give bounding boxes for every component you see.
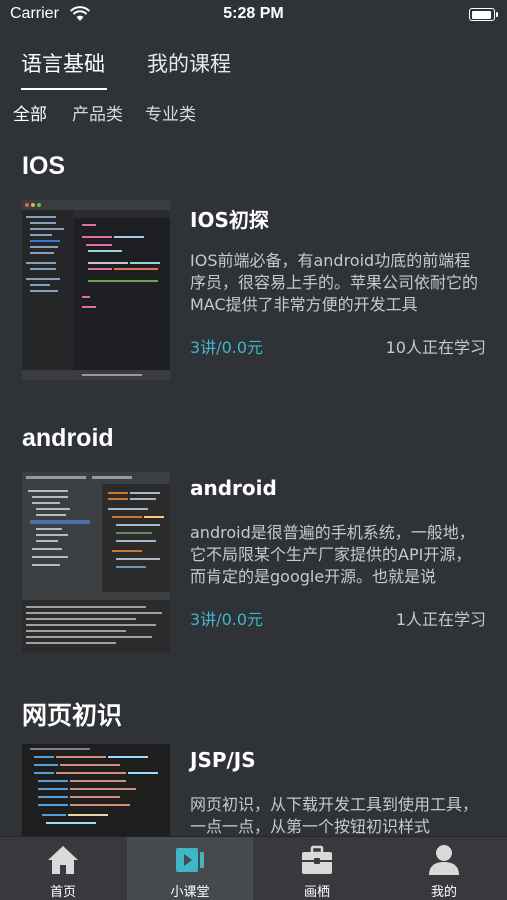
top-tabs: 语言基础 我的课程 xyxy=(0,48,507,94)
course-title: JSP/JS xyxy=(190,748,256,772)
tab-language-basics[interactable]: 语言基础 xyxy=(21,48,105,78)
user-icon xyxy=(429,845,459,875)
tab-home[interactable]: 首页 xyxy=(0,837,126,900)
learner-count: 1人正在学习 xyxy=(395,610,486,629)
tab-gallery[interactable]: 画栖 xyxy=(254,837,380,900)
battery-icon xyxy=(469,8,498,21)
course-price: 3讲/0.0元 xyxy=(190,338,264,357)
tab-my-courses[interactable]: 我的课程 xyxy=(147,48,231,78)
course-title: IOS初探 xyxy=(190,208,269,232)
tab-label: 小课堂 xyxy=(170,885,210,900)
status-bar: Carrier 5:28 PM xyxy=(0,0,507,30)
section-title: IOS xyxy=(22,152,66,180)
tab-class[interactable]: 小课堂 xyxy=(127,837,253,900)
tab-mine[interactable]: 我的 xyxy=(381,837,507,900)
bottom-tab-bar: 首页 小课堂 画栖 我的 xyxy=(0,836,507,900)
learner-count: 10人正在学习 xyxy=(385,338,486,357)
clock: 5:28 PM xyxy=(223,5,284,22)
course-price: 3讲/0.0元 xyxy=(190,610,264,629)
tab-label: 首页 xyxy=(49,885,76,900)
course-card[interactable]: IOS初探 IOS前端必备，有android功底的前端程序员，很容易上手的。苹果… xyxy=(22,200,492,380)
active-tab-indicator xyxy=(21,88,107,90)
filter-professional[interactable]: 专业类 xyxy=(145,100,196,125)
briefcase-icon xyxy=(302,845,332,874)
tab-label: 我的 xyxy=(430,885,457,900)
tab-label: 画栖 xyxy=(303,885,330,900)
section-title: 网页初识 xyxy=(22,702,123,730)
course-description: IOS前端必备，有android功底的前端程序员，很容易上手的。苹果公司依耐它的… xyxy=(190,251,479,314)
section-title: android xyxy=(22,424,114,452)
home-icon xyxy=(48,846,78,874)
course-description: android是很普遍的手机系统，一般地，它不局限某个生产厂家提供的API开源，… xyxy=(190,523,475,586)
filter-all[interactable]: 全部 xyxy=(13,100,47,125)
video-icon xyxy=(176,848,204,872)
course-title: android xyxy=(190,476,277,500)
course-thumbnail xyxy=(22,472,170,652)
course-card[interactable]: android android是很普遍的手机系统，一般地，它不局限某个生产厂家提… xyxy=(22,472,492,652)
filter-product[interactable]: 产品类 xyxy=(72,100,123,125)
course-thumbnail xyxy=(22,200,170,380)
